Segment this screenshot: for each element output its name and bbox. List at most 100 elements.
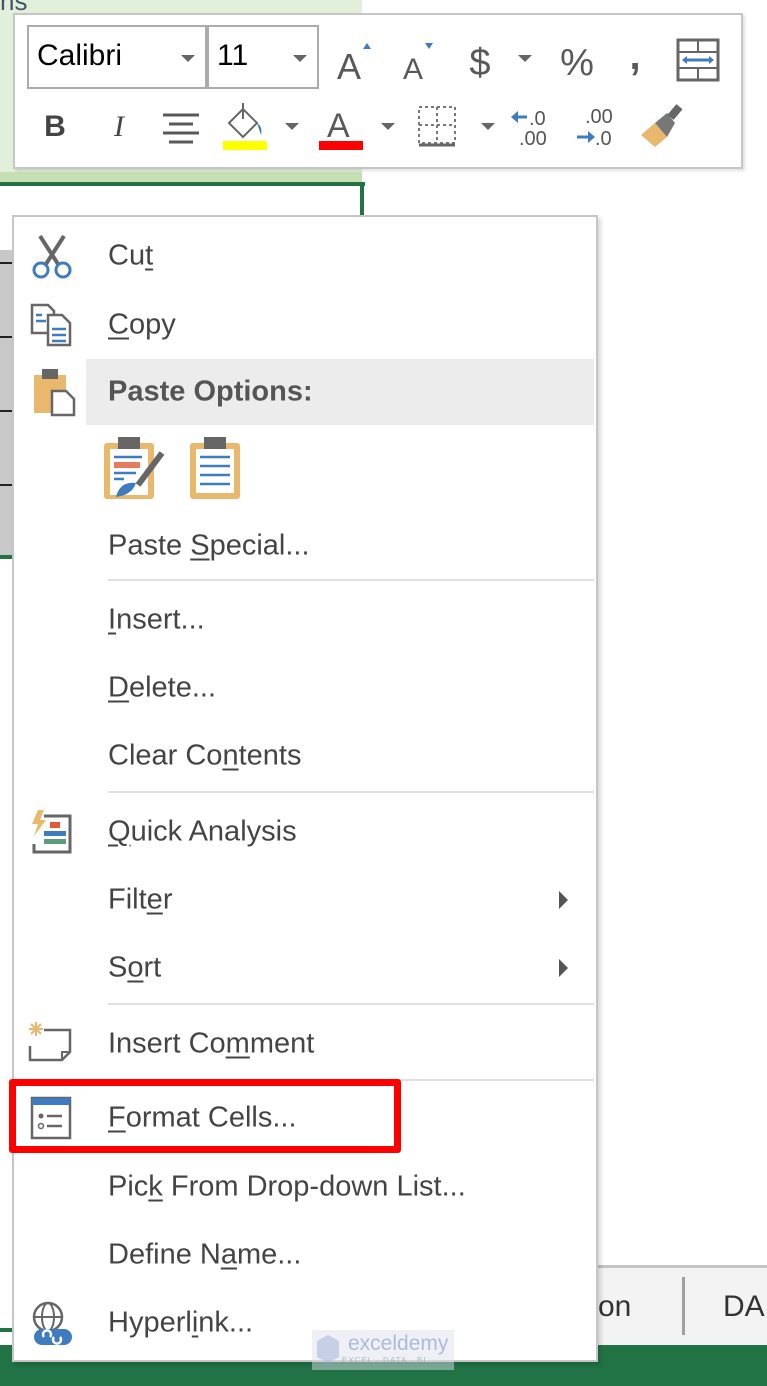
format-painter-icon [641,104,683,147]
decrease-font-size-button[interactable]: A [399,35,443,85]
hyperlink-icon [28,1299,76,1347]
dollar-icon: $ [469,41,491,84]
merge-and-center-button[interactable] [675,37,721,83]
menu-item-label: Copy [108,308,176,341]
chevron-down-icon[interactable] [285,123,299,130]
svg-text:.00: .00 [585,106,613,128]
svg-text:.0: .0 [529,108,546,130]
decrease-decimal-button[interactable]: .00 .0 [575,103,623,149]
menu-item-label: Filter [108,883,173,916]
sheet-tab[interactable]: DA [723,1290,765,1324]
menu-item-label: Hyperlink... [108,1306,254,1339]
menu-separator [108,579,594,581]
menu-item-label: Delete... [108,671,217,704]
menu-item-cut[interactable]: Cut [14,223,596,289]
paste-icon [32,367,80,417]
accounting-format-button[interactable]: $ [463,35,497,91]
italic-icon: I [114,110,124,143]
quick-analysis-icon [28,808,76,856]
comma-icon: , [629,33,641,78]
decrease-decimal-icon: .00 .0 [577,106,613,149]
menu-item-copy[interactable]: Copy [14,292,596,358]
watermark-logo-icon [317,1335,339,1363]
menu-item-delete[interactable]: Delete... [14,655,596,721]
row-divider [0,410,12,412]
menu-item-paste-special[interactable]: Paste Special... [14,513,596,579]
menu-item-label: Define Name... [108,1238,302,1271]
font-color-icon: A [319,107,363,150]
chevron-down-icon[interactable] [481,123,495,130]
menu-item-pick-from-list[interactable]: Pick From Drop-down List... [14,1154,596,1220]
menu-item-label: Insert... [108,603,205,636]
row-divider [0,484,12,486]
borders-icon [418,106,456,147]
menu-item-sort[interactable]: Sort [14,935,596,1001]
chevron-down-icon[interactable] [181,55,195,62]
menu-item-hyperlink[interactable]: Hyperlink... [14,1290,596,1356]
menu-item-insert-comment[interactable]: Insert Comment [14,1011,596,1077]
decrease-font-size-icon: A [403,43,433,85]
paste-options-header: Paste Options: [86,359,594,425]
menu-item-insert[interactable]: Insert... [14,587,596,653]
bold-icon: B [44,110,66,143]
svg-text:.0: .0 [595,128,612,149]
submenu-arrow-icon [559,959,568,977]
menu-item-label: Insert Comment [108,1027,315,1060]
percent-style-button[interactable]: % [555,35,599,91]
mini-toolbar: Calibri 11 A A $ % , B I A .0 .00 .00 .0 [13,13,743,169]
font-color-button[interactable]: A [317,101,365,151]
svg-text:.00: .00 [519,128,547,149]
menu-item-label: Sort [108,951,162,984]
menu-separator [108,1003,594,1005]
insert-comment-icon [28,1020,76,1068]
sheet-tab-separator [682,1277,685,1335]
increase-font-size-button[interactable]: A [333,35,377,85]
menu-item-label: Pick From Drop-down List... [108,1170,466,1203]
context-menu: Cut Copy Paste Options: Paste Special...… [12,215,598,1362]
chevron-down-icon[interactable] [518,55,532,62]
paste-formatting-button[interactable] [102,435,166,501]
submenu-arrow-icon [559,891,568,909]
increase-decimal-button[interactable]: .0 .00 [509,103,557,149]
copy-icon [28,301,76,349]
font-name-combo[interactable]: Calibri [27,25,207,89]
menu-item-clear-contents[interactable]: Clear Contents [14,723,596,789]
menu-item-quick-analysis[interactable]: Quick Analysis [14,799,596,865]
format-painter-button[interactable] [637,101,687,151]
chevron-down-icon[interactable] [381,123,395,130]
menu-item-label: Clear Contents [108,739,302,772]
svg-text:A: A [337,46,361,85]
menu-item-define-name[interactable]: Define Name... [14,1222,596,1288]
svg-text:A: A [327,107,350,145]
watermark-name: exceldemy [348,1332,449,1355]
fill-color-button[interactable] [221,101,269,151]
format-cells-highlight [9,1079,401,1153]
percent-icon: % [560,41,594,84]
svg-text:A: A [403,53,423,85]
font-size-value: 11 [217,39,249,72]
paste-icon [190,437,240,499]
font-name-value: Calibri [37,39,123,72]
watermark: exceldemy EXCEL · DATA · BI [312,1330,454,1370]
paste-options-label: Paste Options: [108,375,313,408]
paste-values-button[interactable] [188,435,244,501]
watermark-tagline: EXCEL · DATA · BI [342,1356,427,1365]
bold-button[interactable]: B [37,105,73,149]
sheet-tab[interactable]: on [598,1290,631,1324]
selection-border-bottom [0,555,12,559]
font-size-combo[interactable]: 11 [207,25,319,89]
paste-formatting-icon [104,437,165,499]
merge-center-icon [676,38,720,82]
italic-button[interactable]: I [101,105,137,149]
menu-item-label: Quick Analysis [108,815,297,848]
menu-item-filter[interactable]: Filter [14,867,596,933]
status-border [0,1328,12,1332]
comma-style-button[interactable]: , [623,33,647,79]
center-align-button[interactable] [159,105,203,149]
menu-separator [108,791,594,793]
chevron-down-icon[interactable] [293,55,307,62]
menu-item-label: Cut [108,239,154,272]
selection-border-top [0,182,365,186]
borders-button[interactable] [415,103,459,149]
row-headers [0,250,12,555]
